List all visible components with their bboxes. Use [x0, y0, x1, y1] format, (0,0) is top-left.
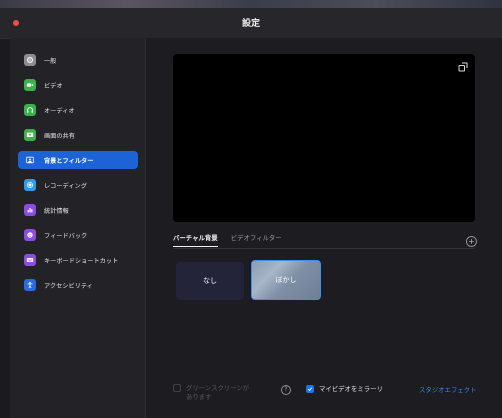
- mirror-video-label: マイビデオをミラーリ: [319, 385, 383, 393]
- plus-icon: +: [468, 236, 475, 246]
- sidebar-item-statistics[interactable]: 統計情報: [18, 201, 138, 219]
- checkmark-icon: [307, 386, 313, 391]
- gear-icon: [24, 54, 36, 66]
- mirror-video-option[interactable]: マイビデオをミラーリ: [306, 384, 383, 393]
- background-option-label: ぼかし: [275, 276, 297, 284]
- popout-icon[interactable]: [458, 62, 468, 72]
- sidebar-item-background-filters[interactable]: 背景とフィルター: [18, 151, 138, 169]
- screen-share-icon: [24, 129, 36, 141]
- green-screen-label: グリーンスクリーンがあります: [186, 384, 250, 401]
- bottom-options: グリーンスクリーンがあります ? マイビデオをミラーリ スタジオエフェクト: [146, 384, 502, 418]
- help-icon[interactable]: ?: [281, 385, 291, 395]
- studio-effects-link[interactable]: スタジオエフェクト: [419, 385, 477, 394]
- sidebar-item-audio[interactable]: オーディオ: [18, 101, 138, 119]
- person-background-icon: [24, 154, 36, 166]
- video-preview: [173, 54, 475, 222]
- settings-sidebar: 一般 ビデオ オーディオ 画面の共有 背景とフィルター レコーディング 統計情報…: [10, 38, 146, 418]
- green-screen-option[interactable]: グリーンスクリーンがあります: [173, 384, 252, 402]
- sidebar-item-label: 画面の共有: [44, 132, 75, 140]
- tab-virtual-background[interactable]: バーチャル背景: [173, 233, 218, 247]
- sidebar-item-video[interactable]: ビデオ: [18, 76, 138, 94]
- video-camera-icon: [24, 79, 36, 91]
- sidebar-item-screen-share[interactable]: 画面の共有: [18, 126, 138, 144]
- sidebar-item-recording[interactable]: レコーディング: [18, 176, 138, 194]
- sidebar-item-label: アクセシビリティ: [44, 282, 93, 290]
- background-option-none[interactable]: なし: [176, 262, 244, 300]
- sidebar-item-accessibility[interactable]: アクセシビリティ: [18, 276, 138, 294]
- background-option-blur[interactable]: ぼかし: [251, 260, 321, 300]
- background-option-label: なし: [203, 277, 217, 285]
- sidebar-item-label: キーボードショートカット: [44, 257, 119, 265]
- sidebar-item-general[interactable]: 一般: [18, 51, 138, 69]
- sidebar-item-label: レコーディング: [44, 182, 87, 190]
- sidebar-item-label: 一般: [44, 57, 57, 65]
- background-filters-panel: バーチャル背景 ビデオフィルター + なし ぼかし グリーンスクリーンがあります…: [146, 38, 502, 418]
- record-icon: [24, 179, 36, 191]
- smiley-icon: [24, 229, 36, 241]
- window-title: 設定: [241, 19, 260, 29]
- keyboard-icon: [24, 254, 36, 266]
- tab-video-filters[interactable]: ビデオフィルター: [231, 233, 282, 247]
- tab-divider: [173, 248, 475, 249]
- add-background-button[interactable]: +: [466, 236, 477, 247]
- sidebar-item-label: 背景とフィルター: [44, 157, 94, 165]
- sidebar-item-keyboard-shortcuts[interactable]: キーボードショートカット: [18, 251, 138, 269]
- sidebar-item-label: フィードバック: [44, 232, 88, 240]
- sidebar-item-label: 統計情報: [44, 207, 69, 215]
- mirror-video-checkbox[interactable]: [306, 384, 314, 393]
- bar-chart-icon: [24, 204, 36, 216]
- headphones-icon: [24, 104, 36, 116]
- sidebar-item-feedback[interactable]: フィードバック: [18, 226, 138, 244]
- sidebar-item-label: ビデオ: [44, 82, 63, 90]
- accessibility-icon: [24, 279, 36, 291]
- green-screen-checkbox[interactable]: [173, 384, 181, 392]
- desktop-strip: [0, 0, 502, 8]
- background-tabs: バーチャル背景 ビデオフィルター: [173, 233, 295, 247]
- sidebar-item-label: オーディオ: [44, 107, 75, 115]
- title-bar: 設定: [0, 8, 502, 39]
